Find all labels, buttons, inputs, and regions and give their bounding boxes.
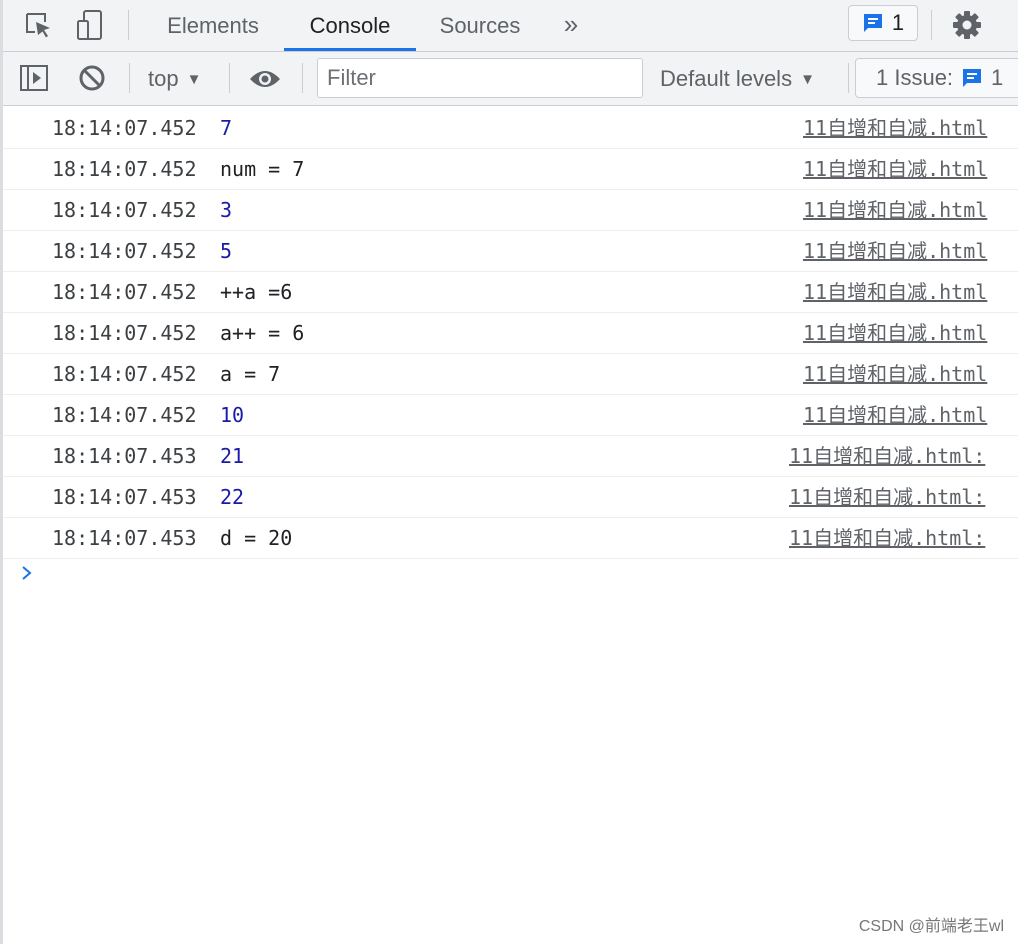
log-timestamp: 18:14:07.452 — [52, 157, 197, 181]
log-message: d = 20 — [220, 526, 293, 550]
log-row: 18:14:07.452 5 11自增和自减.html — [3, 231, 1018, 272]
log-row: 18:14:07.453 21 11自增和自减.html: — [3, 436, 1018, 477]
inspect-element-icon[interactable] — [21, 8, 55, 42]
log-message: 7 — [220, 116, 233, 140]
clear-console-icon[interactable] — [75, 61, 109, 95]
log-row: 18:14:07.453 d = 20 11自增和自减.html: — [3, 518, 1018, 559]
show-sidebar-icon[interactable] — [17, 61, 51, 95]
log-timestamp: 18:14:07.452 — [52, 280, 197, 304]
log-message: ++a =6 — [220, 280, 293, 304]
log-timestamp: 18:14:07.452 — [52, 198, 197, 222]
log-source-link[interactable]: 11自增和自减.html: — [789, 436, 985, 476]
log-source-link[interactable]: 11自增和自减.html — [803, 313, 987, 353]
eye-icon[interactable] — [248, 62, 282, 96]
message-icon — [963, 69, 982, 87]
gear-icon[interactable] — [950, 8, 984, 42]
watermark: CSDN @前端老王wl — [858, 918, 1004, 935]
console-toolbar: top ▼ Default levels ▼ 1 Issue: 1 — [3, 52, 1018, 106]
console-log: 18:14:07.452 7 11自增和自减.html 18:14:07.452 num… — [3, 108, 1018, 559]
log-row: 18:14:07.452 ++a =6 11自增和自减.html — [3, 272, 1018, 313]
log-message: a = 7 — [220, 362, 281, 386]
log-timestamp: 18:14:07.452 — [52, 362, 197, 386]
log-row: 18:14:07.452 a = 7 11自增和自减.html — [3, 354, 1018, 395]
log-row: 18:14:07.452 7 11自增和自减.html — [3, 108, 1018, 149]
tab-elements[interactable]: Elements — [153, 0, 273, 51]
context-label: top — [148, 66, 179, 91]
tab-console[interactable]: Console — [284, 0, 416, 51]
log-source-link[interactable]: 11自增和自减.html — [803, 231, 987, 271]
device-toolbar-icon[interactable] — [73, 8, 107, 42]
log-source-link[interactable]: 11自增和自减.html: — [789, 518, 985, 558]
log-source-link[interactable]: 11自增和自减.html — [803, 272, 987, 312]
log-row: 18:14:07.452 10 11自增和自减.html — [3, 395, 1018, 436]
more-tabs-icon[interactable]: » — [556, 0, 586, 51]
log-message: 5 — [220, 239, 233, 263]
message-icon — [863, 14, 882, 32]
issues-button[interactable]: 1 Issue: 1 — [855, 58, 1018, 98]
toolbar-divider — [931, 10, 932, 40]
log-message: 21 — [220, 444, 245, 468]
issues-count: 1 — [991, 65, 1004, 90]
toolbar-divider — [848, 63, 849, 93]
log-row: 18:14:07.452 3 11自增和自减.html — [3, 190, 1018, 231]
toolbar-divider — [128, 10, 129, 40]
tab-sources[interactable]: Sources — [428, 0, 532, 51]
toolbar-divider — [302, 63, 303, 93]
toolbar-divider — [229, 63, 230, 93]
log-row: 18:14:07.453 22 11自增和自减.html: — [3, 477, 1018, 518]
log-levels-dropdown[interactable]: Default levels ▼ — [660, 52, 815, 105]
log-source-link[interactable]: 11自增和自减.html — [803, 108, 987, 148]
console-messages-badge[interactable]: 1 — [848, 5, 918, 41]
log-source-link[interactable]: 11自增和自减.html — [803, 395, 987, 435]
chevron-down-icon: ▼ — [186, 71, 202, 88]
message-count: 1 — [891, 10, 905, 35]
log-timestamp: 18:14:07.452 — [52, 239, 197, 263]
log-source-link[interactable]: 11自增和自减.html — [803, 354, 987, 394]
log-message: num = 7 — [220, 157, 305, 181]
log-message: 22 — [220, 485, 245, 509]
log-timestamp: 18:14:07.453 — [52, 444, 197, 468]
filter-input[interactable] — [317, 58, 643, 98]
chevron-down-icon: ▼ — [800, 71, 815, 88]
devtools-tab-bar: Elements Console Sources » 1 — [3, 0, 1018, 52]
log-source-link[interactable]: 11自增和自减.html: — [789, 477, 985, 517]
log-timestamp: 18:14:07.452 — [52, 116, 197, 140]
log-timestamp: 18:14:07.453 — [52, 526, 197, 550]
log-row: 18:14:07.452 num = 7 11自增和自减.html — [3, 149, 1018, 190]
log-source-link[interactable]: 11自增和自减.html — [803, 149, 987, 189]
log-message: 3 — [220, 198, 233, 222]
issues-label: 1 Issue: — [876, 65, 954, 90]
log-timestamp: 18:14:07.453 — [52, 485, 197, 509]
log-timestamp: 18:14:07.452 — [52, 403, 197, 427]
console-prompt[interactable] — [20, 563, 34, 588]
levels-label: Default levels — [660, 66, 793, 91]
context-selector[interactable]: top ▼ — [148, 52, 201, 105]
log-row: 18:14:07.452 a++ = 6 11自增和自减.html — [3, 313, 1018, 354]
log-timestamp: 18:14:07.452 — [52, 321, 197, 345]
chevron-right-icon — [22, 566, 32, 580]
log-message: a++ = 6 — [220, 321, 305, 345]
log-message: 10 — [220, 403, 245, 427]
log-source-link[interactable]: 11自增和自减.html — [803, 190, 987, 230]
toolbar-divider — [129, 63, 130, 93]
